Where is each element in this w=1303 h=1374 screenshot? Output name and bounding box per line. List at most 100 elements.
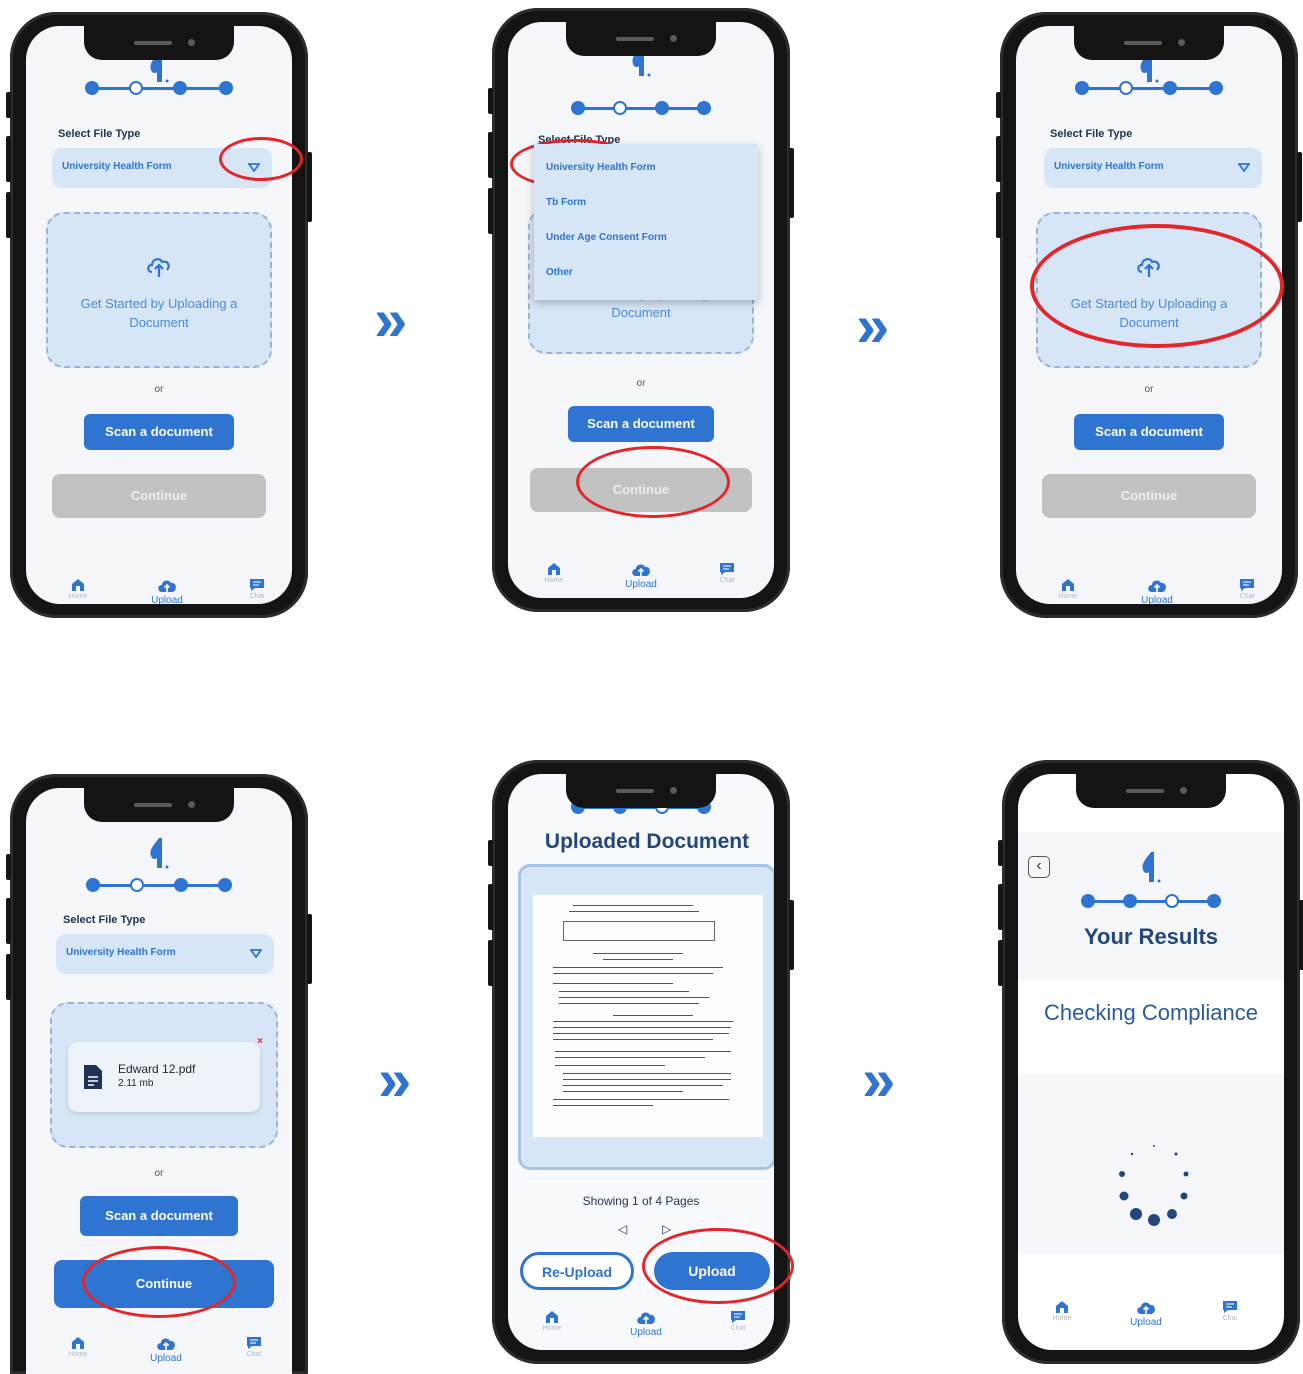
select-file-type-label: Select File Type [63,914,146,926]
pdf-file-icon [84,1065,102,1089]
home-icon [548,563,560,575]
nav-upload[interactable]: Upload [137,578,197,604]
reupload-button[interactable]: Re-Upload [520,1252,634,1290]
upload-dropzone[interactable]: Edward 12.pdf 2.11 mb × [50,1002,278,1148]
nav-home[interactable]: Home [522,1310,582,1332]
option-university-health-form[interactable]: University Health Form [546,162,655,173]
chat-icon [731,1311,745,1323]
cloud-upload-icon [1148,580,1166,592]
selected-value: University Health Form [66,947,176,958]
highlight-ring [82,1246,236,1318]
file-type-select[interactable]: University Health Form [1044,148,1262,188]
file-type-dropdown-menu: University Health Form Tb Form Under Age… [534,144,758,300]
or-separator: or [154,1168,164,1179]
double-chevron-right-icon: » [856,292,890,359]
uploaded-file-card: Edward 12.pdf 2.11 mb × [68,1036,263,1112]
chat-icon [1240,579,1254,591]
next-page-icon[interactable]: ▷ [662,1222,671,1236]
progress-stepper [571,101,711,115]
progress-stepper [1075,81,1223,95]
home-icon [72,579,84,591]
nav-upload[interactable]: Upload [611,562,671,590]
page-title: Uploaded Document [544,830,750,853]
nav-chat[interactable]: Chat [1200,1300,1260,1322]
scan-document-button[interactable]: Scan a document [1074,414,1224,450]
loading-spinner-icon [1119,1145,1189,1226]
nav-chat[interactable]: Chat [708,1310,768,1332]
previous-page-icon[interactable]: ◁ [618,1222,627,1236]
select-file-type-label: Select File Type [58,128,141,140]
nav-upload[interactable]: Upload [1116,1300,1176,1328]
nav-home[interactable]: Home [1038,578,1098,600]
bottom-nav: Home Upload Chat [1016,578,1282,604]
file-type-select[interactable]: University Health Form [56,934,274,974]
chevron-down-icon[interactable] [250,948,262,958]
cloud-upload-icon [1137,1302,1155,1314]
scan-document-button[interactable]: Scan a document [84,414,234,450]
phone-step-2: Select File Type University Health Form … [488,8,794,612]
nav-home[interactable]: Home [48,1336,108,1358]
option-tb-form[interactable]: Tb Form [546,197,586,208]
chat-icon [720,563,734,575]
page-count: Showing 1 of 4 Pages [582,1194,700,1208]
progress-stepper [86,878,232,892]
screen: Select File Type University Health Form … [26,26,292,604]
or-separator: or [636,378,646,389]
bottom-nav: Home Upload Chat [26,1336,292,1372]
nav-upload[interactable]: Upload [136,1336,196,1364]
or-separator: or [154,384,164,395]
document-page-preview [533,895,763,1137]
bottom-nav: Home Upload Chat [1018,1300,1284,1336]
chat-icon [250,579,264,591]
home-icon [72,1337,84,1349]
nav-home[interactable]: Home [48,578,108,600]
highlight-ring [576,446,730,518]
nav-chat[interactable]: Chat [1217,578,1277,600]
chat-icon [1223,1301,1237,1313]
cloud-upload-icon [632,564,650,576]
scan-document-button[interactable]: Scan a document [80,1196,238,1236]
double-chevron-right-icon: » [862,1046,896,1113]
file-size: 2.11 mb [118,1078,154,1089]
chevron-down-icon[interactable] [1238,162,1250,172]
progress-stepper [85,81,233,95]
nav-chat[interactable]: Chat [227,578,287,600]
cloud-upload-icon [637,1312,655,1324]
selected-value: University Health Form [1054,161,1164,172]
home-icon [1062,579,1074,591]
cloud-upload-icon [158,580,176,592]
logo-icon [150,838,169,869]
upload-dropzone[interactable]: Get Started by Uploading a Document [46,212,272,368]
or-separator: or [1144,384,1154,395]
option-other[interactable]: Other [546,267,573,278]
highlight-ring [1030,224,1284,348]
chat-icon [247,1337,261,1349]
remove-file-icon[interactable]: × [257,1036,263,1047]
bottom-nav: Home Upload Chat [508,562,774,598]
nav-upload[interactable]: Upload [616,1310,676,1338]
nav-upload[interactable]: Upload [1127,578,1187,604]
nav-home[interactable]: Home [1032,1300,1092,1322]
cloud-upload-icon [157,1338,175,1350]
nav-home[interactable]: Home [524,562,584,584]
file-name: Edward 12.pdf [118,1062,196,1076]
scan-document-button[interactable]: Scan a document [568,406,714,442]
compliance-status: Checking Compliance [1044,1000,1258,1025]
bottom-nav: Home Upload Chat [26,578,292,604]
highlight-ring [219,137,303,181]
back-arrow-icon: ‹ [1036,857,1042,874]
double-chevron-right-icon: » [374,286,408,353]
home-icon [1056,1301,1068,1313]
continue-button[interactable]: Continue [52,474,266,518]
back-button[interactable]: ‹ [1028,856,1050,878]
option-under-age-consent-form[interactable]: Under Age Consent Form [546,232,667,243]
phone-step-6: ‹ Your Results Checking Compliance Home … [998,760,1303,1364]
document-preview-frame [518,864,774,1170]
screen: ‹ Your Results Checking Compliance Home … [1018,774,1284,1350]
nav-chat[interactable]: Chat [697,562,757,584]
phone-step-1: Select File Type University Health Form … [6,12,312,618]
progress-stepper [1081,894,1221,908]
highlight-ring [642,1228,794,1304]
nav-chat[interactable]: Chat [224,1336,284,1358]
continue-button[interactable]: Continue [1042,474,1256,518]
